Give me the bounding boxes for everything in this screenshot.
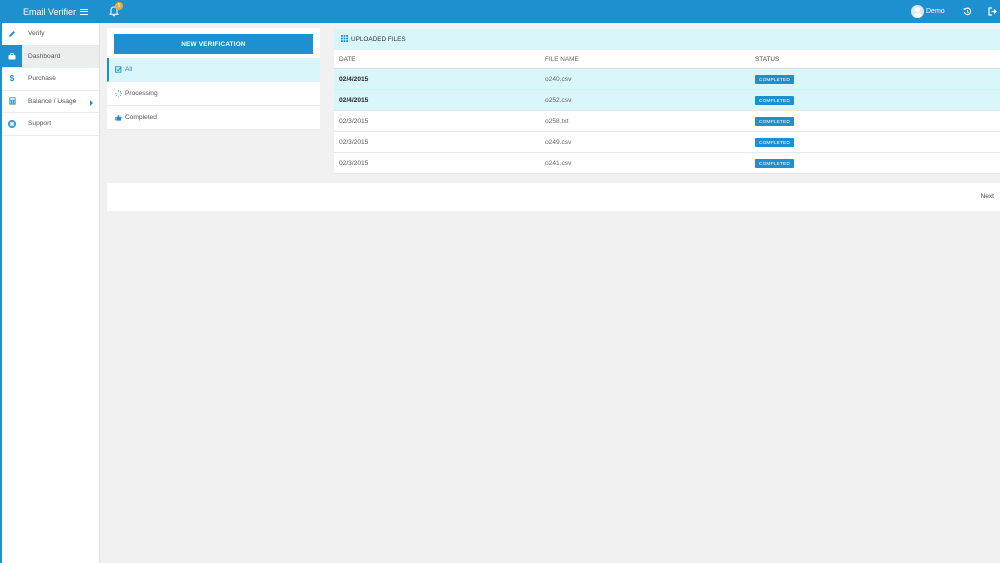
app-brand: Email Verifier	[0, 0, 100, 23]
notifications-button[interactable]: 5	[108, 2, 123, 17]
status-filters: All Processing Completed	[107, 58, 320, 130]
column-header-date[interactable]: DATE	[334, 56, 540, 63]
file-name[interactable]: o252.csv	[540, 97, 750, 104]
lifebuoy-icon	[2, 113, 22, 135]
column-header-file-name[interactable]: FILE NAME	[540, 56, 750, 63]
sidebar-item-label: Dashboard	[28, 52, 61, 60]
file-date: 02/3/2015	[339, 159, 369, 167]
sidebar-item-label: Balance / Usage	[28, 97, 77, 105]
filter-label: Processing	[125, 90, 158, 97]
sidebar-item-label: Support	[28, 120, 52, 128]
app-title: Email Verifier	[23, 6, 77, 17]
file-name[interactable]: o258.txt	[540, 118, 750, 125]
file-name[interactable]: o249.csv	[540, 139, 750, 146]
next-page-link[interactable]: Next	[980, 193, 994, 200]
status-badge: COMPLETED	[755, 137, 794, 147]
filter-label: All	[125, 66, 133, 73]
file-name[interactable]: o241.csv	[540, 160, 750, 167]
file-date: 02/3/2015	[339, 138, 369, 146]
user-name: Demo	[926, 8, 945, 15]
file-date: 02/3/2015	[339, 117, 369, 125]
table-row[interactable]: 02/3/2015 o258.txt COMPLETED	[334, 111, 1000, 132]
menu-toggle-icon[interactable]	[80, 8, 89, 15]
thumbs-up-icon	[115, 114, 125, 121]
uploaded-files-panel: UPLOADED FILES DATE FILE NAME STATUS 02/…	[334, 29, 1000, 174]
sidebar: Verify Dashboard $ Purchase Balance / Us…	[0, 23, 100, 563]
avatar	[911, 5, 924, 18]
filter-all[interactable]: All	[107, 58, 320, 82]
logout-icon[interactable]	[988, 7, 997, 16]
table-header: DATE FILE NAME STATUS	[334, 50, 1000, 69]
file-date: 02/4/2015	[339, 75, 369, 83]
grid-icon	[341, 35, 348, 44]
calculator-icon	[2, 90, 22, 112]
panel-header: UPLOADED FILES	[334, 29, 1000, 50]
table-row[interactable]: 02/4/2015 o240.csv COMPLETED	[334, 69, 1000, 90]
notification-badge: 5	[115, 2, 123, 10]
status-badge: COMPLETED	[755, 95, 794, 105]
file-date: 02/4/2015	[339, 96, 369, 104]
new-verification-button[interactable]: NEW VERIFICATION	[114, 34, 313, 54]
filter-label: Completed	[125, 114, 157, 121]
refresh-history-icon[interactable]	[963, 7, 972, 16]
sidebar-item-balance-usage[interactable]: Balance / Usage	[2, 90, 99, 113]
file-name[interactable]: o240.csv	[540, 76, 750, 83]
status-badge: COMPLETED	[755, 158, 794, 168]
filter-completed[interactable]: Completed	[107, 106, 320, 130]
sidebar-item-verify[interactable]: Verify	[2, 23, 99, 46]
spinner-icon	[115, 90, 125, 97]
top-bar: Email Verifier 5 Demo	[0, 0, 1000, 23]
column-header-status[interactable]: STATUS	[750, 56, 779, 63]
panel-title: UPLOADED FILES	[351, 36, 406, 43]
sidebar-item-label: Purchase	[28, 75, 56, 83]
filter-processing[interactable]: Processing	[107, 82, 320, 106]
dollar-icon: $	[9, 74, 15, 84]
sidebar-item-support[interactable]: Support	[2, 113, 99, 136]
briefcase-icon	[2, 45, 22, 68]
table-row[interactable]: 02/3/2015 o241.csv COMPLETED	[334, 153, 1000, 174]
sidebar-item-label: Verify	[28, 30, 45, 38]
status-badge: COMPLETED	[755, 74, 794, 84]
sidebar-item-purchase[interactable]: $ Purchase	[2, 68, 99, 91]
verification-panel: NEW VERIFICATION All Processing Complete…	[107, 28, 320, 130]
status-badge: COMPLETED	[755, 116, 794, 126]
table-row[interactable]: 02/4/2015 o252.csv COMPLETED	[334, 90, 1000, 111]
chevron-right-icon	[90, 99, 93, 106]
pencil-icon	[2, 23, 22, 45]
pagination-bar: Next	[107, 183, 1000, 211]
table-row[interactable]: 02/3/2015 o249.csv COMPLETED	[334, 132, 1000, 153]
sidebar-item-dashboard[interactable]: Dashboard	[2, 45, 99, 68]
checkbox-icon	[115, 66, 125, 73]
user-menu[interactable]: Demo	[911, 4, 945, 19]
